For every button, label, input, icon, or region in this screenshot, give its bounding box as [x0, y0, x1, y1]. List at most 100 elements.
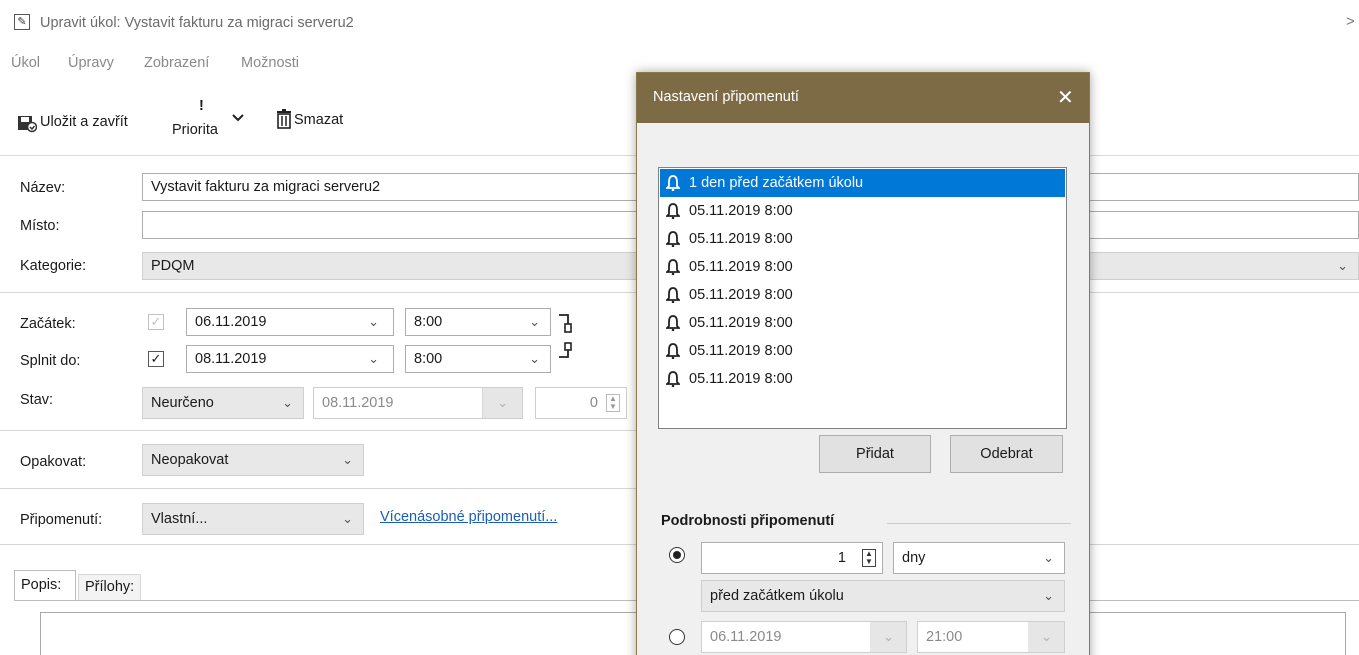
reminder-value: Vlastní... — [151, 511, 208, 527]
reminder-text: 05.11.2019 8:00 — [689, 202, 793, 219]
menu-zobrazeni[interactable]: Zobrazení — [144, 55, 209, 71]
priority-chevron-down-icon[interactable] — [232, 110, 244, 122]
percent-input[interactable]: 0 ▲ ▼ — [535, 387, 627, 419]
status-date-input[interactable]: 08.11.2019 ⌄ — [313, 387, 523, 419]
app-icon: ✎ — [14, 14, 30, 30]
bell-icon — [666, 371, 680, 387]
menu-moznosti[interactable]: Možnosti — [241, 55, 299, 71]
reminder-text: 05.11.2019 8:00 — [689, 230, 793, 247]
start-date-input[interactable]: 06.11.2019 ⌄ — [186, 308, 394, 336]
reminder-label: Připomenutí: — [20, 512, 103, 528]
relative-anchor-value: před začátkem úkolu — [710, 588, 844, 604]
dialog-title-bar: Nastavení připomenutí ✕ — [637, 73, 1089, 123]
reminder-text: 05.11.2019 8:00 — [689, 258, 793, 275]
status-select[interactable]: Neurčeno ⌄ — [142, 387, 304, 419]
dialog-close-icon[interactable]: ✕ — [1057, 85, 1074, 110]
priority-icon: ! — [199, 98, 204, 114]
start-time-value: 8:00 — [414, 314, 443, 330]
bell-icon — [666, 175, 680, 191]
percent-value: 0 — [589, 395, 598, 411]
divider — [0, 292, 636, 293]
due-label: Splnit do: — [20, 353, 81, 369]
due-time-value: 8:00 — [414, 351, 443, 367]
relative-unit-select[interactable]: dny ⌄ — [893, 542, 1065, 574]
tab-attachments[interactable]: Přílohy: — [78, 574, 142, 600]
title-bar: ✎ Upravit úkol: Vystavit fakturu za migr… — [0, 0, 1359, 44]
anchor-chevron-down-icon: ⌄ — [1043, 588, 1054, 603]
list-item[interactable]: 05.11.2019 8:00 — [660, 225, 1065, 253]
window-title: Upravit úkol: Vystavit fakturu za migrac… — [40, 15, 354, 31]
reminder-list[interactable]: 1 den před začátkem úkolu 05.11.2019 8:0… — [658, 167, 1067, 429]
start-checkbox[interactable]: ✓ — [148, 314, 164, 330]
delete-button[interactable]: Smazat — [294, 112, 343, 128]
save-close-icon — [17, 113, 38, 133]
divider — [0, 488, 636, 489]
category-chevron-down-icon: ⌄ — [1337, 258, 1348, 273]
percent-spinner-icon[interactable]: ▲ ▼ — [606, 394, 620, 412]
dialog-title: Nastavení připomenutí — [653, 89, 799, 105]
absolute-radio[interactable] — [669, 629, 685, 645]
due-date-value: 08.11.2019 — [195, 351, 267, 367]
reminder-text: 1 den před začátkem úkolu — [689, 174, 864, 191]
priority-button[interactable]: Priorita — [172, 122, 218, 138]
absolute-date-value: 06.11.2019 — [710, 629, 782, 645]
tab-description[interactable]: Popis: — [14, 570, 76, 600]
divider — [0, 430, 636, 431]
trash-icon — [276, 109, 292, 129]
start-time-chevron-down-icon: ⌄ — [529, 314, 540, 329]
place-label: Místo: — [20, 218, 60, 234]
relative-anchor-select[interactable]: před začátkem úkolu ⌄ — [701, 580, 1065, 612]
reminder-text: 05.11.2019 8:00 — [689, 314, 793, 331]
bell-icon — [666, 259, 680, 275]
unit-chevron-down-icon: ⌄ — [1043, 550, 1054, 565]
bell-icon — [666, 203, 680, 219]
link-dates-icon[interactable] — [556, 310, 578, 360]
details-caption: Podrobnosti připomenutí — [661, 513, 835, 529]
add-reminder-button[interactable]: Přidat — [819, 435, 931, 473]
start-time-input[interactable]: 8:00 ⌄ — [405, 308, 551, 336]
absolute-time-input[interactable]: 21:00 ⌄ — [917, 621, 1065, 653]
status-date-chevron-down-icon: ⌄ — [497, 395, 508, 410]
due-time-input[interactable]: 8:00 ⌄ — [405, 345, 551, 373]
relative-amount-input[interactable]: 1 ▲ ▼ — [701, 542, 883, 574]
amount-spinner-icon[interactable]: ▲ ▼ — [862, 549, 876, 567]
reminder-dialog: Nastavení připomenutí ✕ 1 den před začát… — [636, 72, 1090, 655]
absolute-date-input[interactable]: 06.11.2019 ⌄ — [701, 621, 907, 653]
list-item[interactable]: 05.11.2019 8:00 — [660, 253, 1065, 281]
repeat-value: Neopakovat — [151, 452, 229, 468]
start-label: Začátek: — [20, 316, 76, 332]
due-checkbox[interactable]: ✓ — [148, 351, 164, 367]
status-label: Stav: — [20, 392, 54, 408]
list-item[interactable]: 1 den před začátkem úkolu — [660, 169, 1065, 197]
category-value: PDQM — [151, 258, 195, 274]
save-close-button[interactable]: Uložit a zavřít — [40, 114, 128, 130]
repeat-select[interactable]: Neopakovat ⌄ — [142, 444, 364, 476]
reminder-text: 05.11.2019 8:00 — [689, 370, 793, 387]
status-value: Neurčeno — [151, 395, 214, 411]
start-date-chevron-down-icon: ⌄ — [368, 314, 379, 329]
status-chevron-down-icon: ⌄ — [282, 395, 293, 410]
list-item[interactable]: 05.11.2019 8:00 — [660, 337, 1065, 365]
name-label: Název: — [20, 180, 66, 196]
list-item[interactable]: 05.11.2019 8:00 — [660, 365, 1065, 393]
bell-icon — [666, 287, 680, 303]
due-date-chevron-down-icon: ⌄ — [368, 351, 379, 366]
list-item[interactable]: 05.11.2019 8:00 — [660, 281, 1065, 309]
details-divider — [887, 523, 1071, 524]
remove-reminder-button[interactable]: Odebrat — [950, 435, 1063, 473]
relative-amount-value: 1 — [837, 550, 846, 566]
relative-radio[interactable] — [669, 547, 685, 563]
reminder-text: 05.11.2019 8:00 — [689, 342, 793, 359]
absolute-date-chevron-down-icon: ⌄ — [883, 629, 894, 644]
multi-reminder-link[interactable]: Vícenásobné připomenutí... — [380, 509, 557, 525]
list-item[interactable]: 05.11.2019 8:00 — [660, 309, 1065, 337]
reminder-text: 05.11.2019 8:00 — [689, 286, 793, 303]
due-date-input[interactable]: 08.11.2019 ⌄ — [186, 345, 394, 373]
start-date-value: 06.11.2019 — [195, 314, 267, 330]
window-close-button[interactable]: > — [1346, 13, 1355, 30]
menu-ukol[interactable]: Úkol — [11, 55, 40, 71]
list-item[interactable]: 05.11.2019 8:00 — [660, 197, 1065, 225]
reminder-select[interactable]: Vlastní... ⌄ — [142, 503, 364, 535]
menu-upravy[interactable]: Úpravy — [68, 55, 114, 71]
reminder-chevron-down-icon: ⌄ — [342, 511, 353, 526]
